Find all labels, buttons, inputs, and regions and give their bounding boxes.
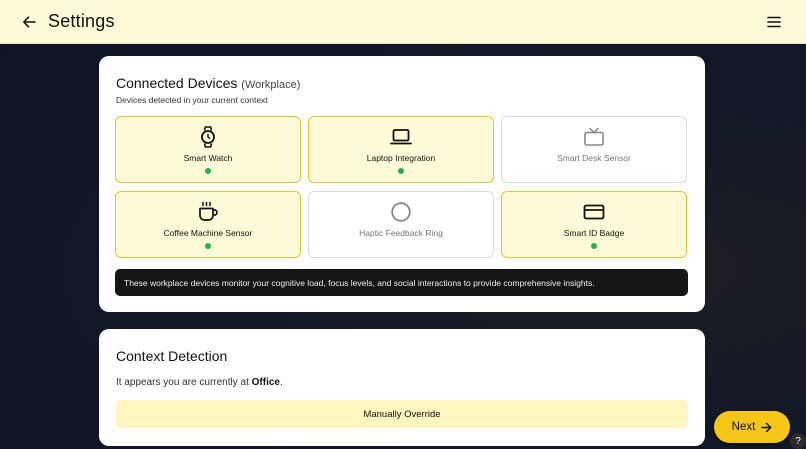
manually-override-button[interactable]: Manually Override [116,400,688,428]
context-tag: (Workplace) [241,79,301,91]
connected-status-dot [591,243,597,249]
connected-devices-card: Connected Devices (Workplace) Devices de… [99,56,705,312]
coffee-cup-icon [196,200,220,224]
page-title: Settings [48,11,115,31]
help-button[interactable]: ? [790,433,806,449]
context-detection-card: Context Detection It appears you are cur… [99,329,705,446]
app-header: Settings [0,0,806,44]
device-grid: Smart Watch Laptop Integration Smart Des… [115,116,687,258]
device-label: Smart Desk Sensor [557,153,631,163]
device-laptop-integration[interactable]: Laptop Integration [308,116,494,183]
info-banner: These workplace devices monitor your cog… [115,269,688,296]
badge-card-icon [582,200,606,224]
card-title-text: Connected Devices [116,75,238,91]
device-label: Smart Watch [183,153,233,163]
card-subtitle: Devices detected in your current context [116,95,268,105]
device-coffee-machine-sensor[interactable]: Coffee Machine Sensor [115,191,301,258]
arrow-left-icon [23,16,36,28]
connected-status-dot [398,168,404,174]
device-smart-id-badge[interactable]: Smart ID Badge [501,191,687,258]
device-label: Haptic Feedback Ring [359,228,443,238]
context-text-suffix: . [279,377,283,388]
device-smart-desk-sensor[interactable]: Smart Desk Sensor [501,116,687,183]
context-text-prefix: It appears you are currently at [116,377,252,388]
device-label: Smart ID Badge [563,228,625,238]
device-haptic-feedback-ring[interactable]: Haptic Feedback Ring [308,191,494,258]
context-text: It appears you are currently at Office. [116,377,283,388]
connected-status-dot [205,243,211,249]
device-label: Coffee Machine Sensor [163,228,253,238]
device-label: Laptop Integration [366,153,436,163]
connected-status-dot [205,168,211,174]
next-button[interactable]: Next [714,411,790,443]
menu-button[interactable] [764,12,784,32]
context-location: Office [251,377,280,388]
tv-icon [582,125,606,149]
hamburger-menu-icon [767,16,781,28]
arrow-right-icon [761,422,772,432]
card-title: Connected Devices (Workplace) [116,75,300,91]
next-button-label: Next [731,421,756,433]
ring-icon [389,200,413,224]
watch-icon [196,125,220,149]
device-smart-watch[interactable]: Smart Watch [115,116,301,183]
laptop-icon [389,125,413,149]
back-button[interactable] [18,11,40,33]
card-title: Context Detection [116,348,228,364]
